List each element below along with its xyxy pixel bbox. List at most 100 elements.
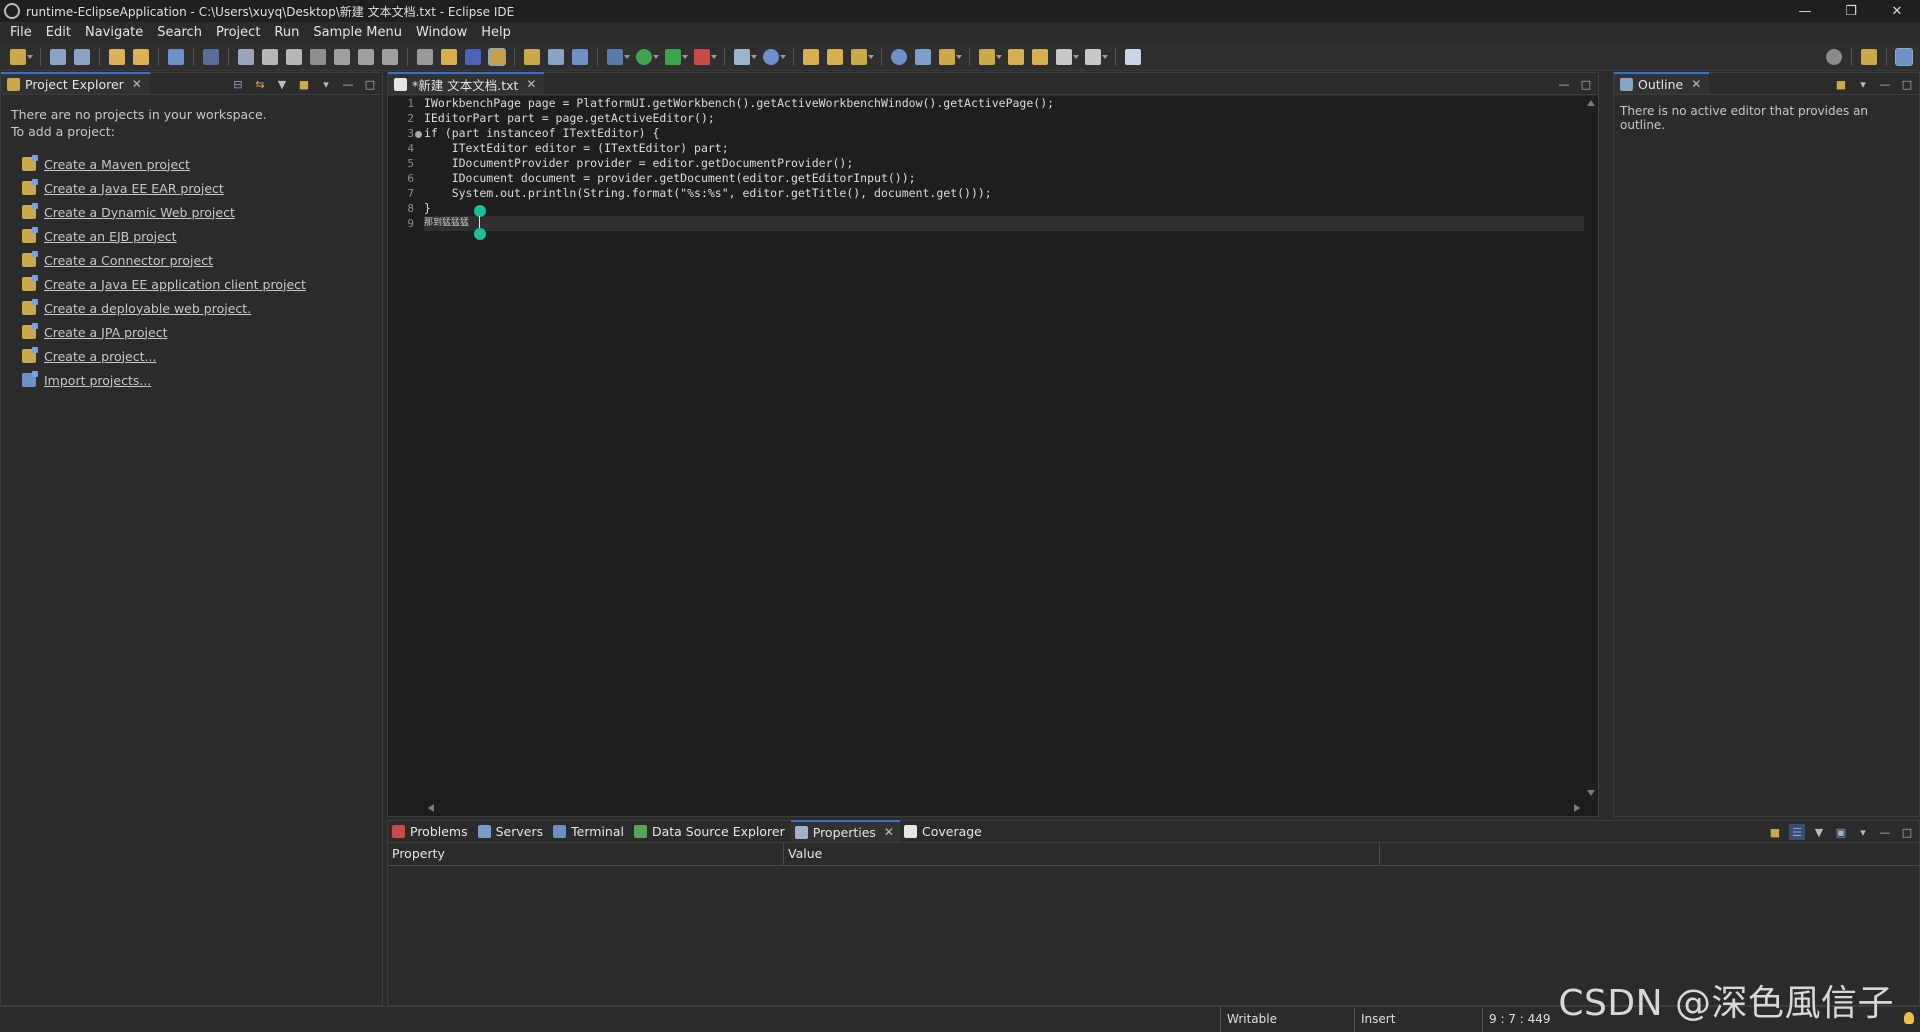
tab-servers[interactable]: Servers	[474, 820, 550, 842]
chevron-down-icon[interactable]	[956, 49, 962, 65]
debug-icon[interactable]	[607, 48, 623, 65]
close-icon[interactable]: ✕	[884, 825, 894, 839]
redo-icon[interactable]	[133, 48, 149, 65]
minimize-icon[interactable]: —	[1877, 76, 1893, 92]
new-web-service-icon[interactable]	[763, 48, 779, 65]
menu-run[interactable]: Run	[267, 25, 306, 40]
coverage-icon[interactable]	[665, 48, 681, 65]
menu-project[interactable]: Project	[209, 25, 267, 40]
chevron-down-icon[interactable]	[1073, 49, 1079, 65]
create-deployable-web-project-link[interactable]: Create a deployable web project.	[44, 300, 251, 317]
selection-handle-top[interactable]	[474, 205, 486, 217]
minimize-button[interactable]: —	[1782, 0, 1828, 22]
maximize-icon[interactable]: □	[1899, 824, 1915, 840]
menu-file[interactable]: File	[3, 25, 39, 40]
new-server-icon[interactable]	[734, 48, 750, 65]
save-all-icon[interactable]	[74, 48, 90, 65]
show-whitespace-icon[interactable]	[572, 48, 588, 65]
search-tool-icon[interactable]	[851, 48, 867, 65]
categories-icon[interactable]: ☰	[1789, 824, 1805, 840]
maximize-icon[interactable]: □	[362, 76, 378, 92]
web-browser-icon[interactable]	[915, 48, 931, 65]
chevron-down-icon[interactable]	[624, 49, 630, 65]
minimize-icon[interactable]: —	[1556, 76, 1572, 92]
globe-icon[interactable]	[891, 48, 907, 65]
chevron-down-icon[interactable]	[780, 49, 786, 65]
menu-navigate[interactable]: Navigate	[78, 25, 150, 40]
create-dynamic-web-project-link[interactable]: Create a Dynamic Web project	[44, 204, 235, 221]
next-edit-icon[interactable]	[1032, 48, 1048, 65]
close-icon[interactable]: ✕	[1691, 77, 1701, 91]
create-project-link[interactable]: Create a project...	[44, 348, 156, 365]
last-edit-icon[interactable]	[1008, 48, 1024, 65]
tab-project-explorer[interactable]: Project Explorer ✕	[1, 72, 150, 94]
column-header-property[interactable]: Property	[388, 843, 784, 866]
scroll-left-icon[interactable]	[428, 804, 434, 812]
create-maven-project-link[interactable]: Create a Maven project	[44, 156, 190, 173]
annotation-icon[interactable]	[939, 48, 955, 65]
new-icon[interactable]	[10, 48, 26, 65]
maximize-icon[interactable]: □	[1578, 76, 1594, 92]
close-icon[interactable]: ✕	[526, 77, 536, 91]
vertical-scrollbar[interactable]	[1584, 96, 1598, 800]
filter-icon[interactable]: ▼	[274, 76, 290, 92]
menu-sample[interactable]: Sample Menu	[306, 25, 409, 40]
back-icon[interactable]	[1056, 48, 1072, 65]
toggle-highlight-icon[interactable]	[488, 47, 506, 66]
tab-editor-file[interactable]: *新建 文本文档.txt ✕	[388, 72, 545, 94]
restore-defaults-icon[interactable]: ▣	[1833, 824, 1849, 840]
create-connector-project-link[interactable]: Create a Connector project	[44, 252, 213, 269]
step-return-icon[interactable]	[382, 48, 398, 65]
tab-coverage[interactable]: Coverage	[900, 820, 988, 842]
terminate-icon[interactable]	[286, 48, 302, 65]
column-header-value[interactable]: Value	[784, 843, 1380, 866]
close-icon[interactable]: ✕	[132, 77, 142, 91]
fold-marker-icon[interactable]	[415, 131, 422, 138]
selection-handle-bottom[interactable]	[474, 228, 486, 240]
open-perspective-icon[interactable]	[1861, 49, 1877, 65]
text-editor[interactable]: 1 2 3 4 5 6 7 8 9 IWorkbenchPage page = …	[388, 96, 1598, 816]
java-ee-perspective-icon[interactable]	[1895, 48, 1913, 66]
open-task-icon[interactable]	[827, 48, 843, 65]
tab-properties[interactable]: Properties ✕	[790, 820, 900, 842]
link-with-editor-icon[interactable]: ⇆	[252, 76, 268, 92]
scroll-right-icon[interactable]	[1574, 804, 1580, 812]
chevron-down-icon[interactable]	[711, 49, 717, 65]
create-ear-project-link[interactable]: Create a Java EE EAR project	[44, 180, 224, 197]
use-step-filters-icon[interactable]	[417, 48, 433, 65]
tab-outline[interactable]: Outline ✕	[1614, 72, 1710, 94]
pin-icon[interactable]	[979, 48, 995, 65]
collapse-all-icon[interactable]: ⊟	[230, 76, 246, 92]
chevron-down-icon[interactable]	[1102, 49, 1108, 65]
chevron-down-icon[interactable]	[27, 49, 33, 65]
code-area[interactable]: IWorkbenchPage page = PlatformUI.getWork…	[424, 96, 1584, 800]
disconnect-icon[interactable]	[310, 48, 326, 65]
save-icon[interactable]	[50, 48, 66, 65]
filter-icon[interactable]: ▼	[1811, 824, 1827, 840]
chevron-down-icon[interactable]	[682, 49, 688, 65]
run-icon[interactable]	[636, 48, 652, 65]
suspend-icon[interactable]	[262, 48, 278, 65]
create-app-client-project-link[interactable]: Create a Java EE application client proj…	[44, 276, 306, 293]
view-menu-icon[interactable]: ▾	[1855, 824, 1871, 840]
tab-terminal[interactable]: Terminal	[549, 820, 630, 842]
step-over-icon[interactable]	[358, 48, 374, 65]
menu-window[interactable]: Window	[409, 25, 474, 40]
focus-icon[interactable]: ■	[1833, 76, 1849, 92]
search-icon[interactable]	[1826, 49, 1842, 65]
create-jpa-project-link[interactable]: Create a JPA project	[44, 324, 167, 341]
scroll-up-icon[interactable]	[1587, 100, 1595, 106]
view-menu-icon[interactable]: ▾	[318, 76, 334, 92]
menu-edit[interactable]: Edit	[39, 25, 78, 40]
chevron-down-icon[interactable]	[996, 49, 1002, 65]
close-window-button[interactable]: ✕	[1874, 0, 1920, 22]
step-into-icon[interactable]	[334, 48, 350, 65]
minimize-icon[interactable]: —	[1877, 824, 1893, 840]
horizontal-scrollbar[interactable]	[424, 800, 1584, 816]
open-declaration-icon[interactable]	[441, 48, 457, 65]
import-projects-link[interactable]: Import projects...	[44, 372, 151, 389]
chevron-down-icon[interactable]	[868, 49, 874, 65]
forward-icon[interactable]	[1085, 48, 1101, 65]
chevron-down-icon[interactable]	[751, 49, 757, 65]
chevron-down-icon[interactable]	[653, 49, 659, 65]
